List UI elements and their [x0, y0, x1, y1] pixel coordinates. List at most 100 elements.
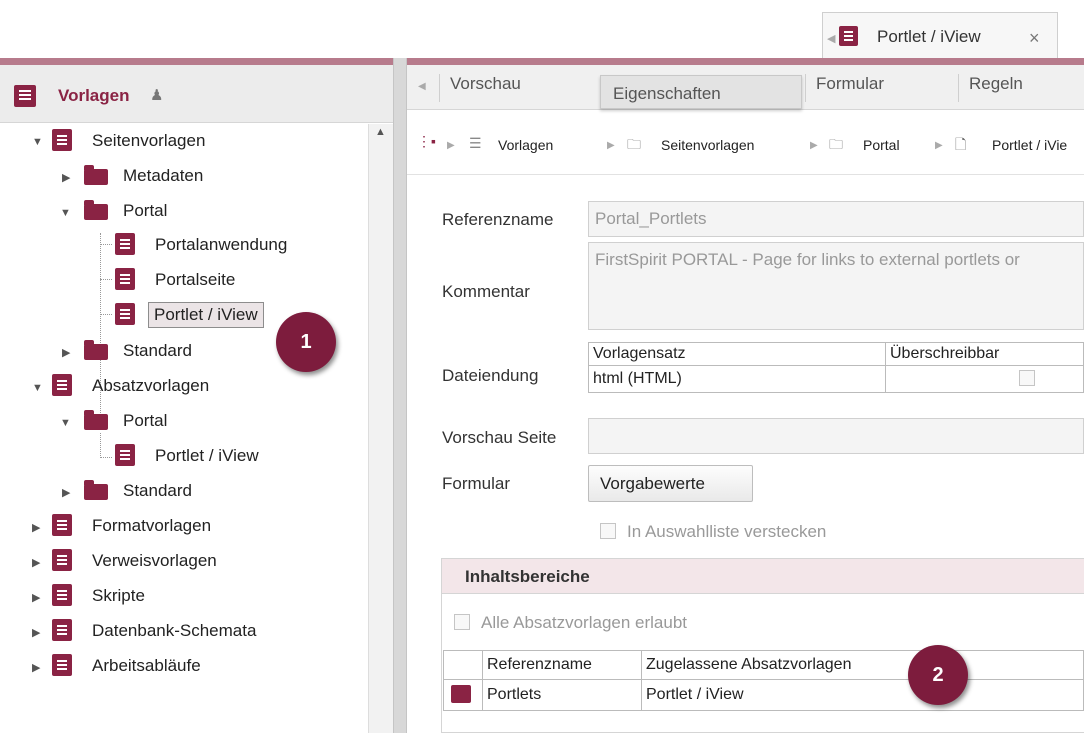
expand-icon[interactable]: ▶	[32, 521, 40, 534]
table-cell[interactable]: Portlets	[482, 679, 642, 711]
folder-icon	[84, 480, 108, 500]
referenzname-field[interactable]: Portal_Portlets	[588, 201, 1084, 237]
collapse-icon[interactable]: ▼	[32, 382, 43, 394]
tree-item-portlet-iview[interactable]: Portlet / iView	[148, 300, 264, 330]
tree-item-seitenvorlagen[interactable]: Seitenvorlagen	[92, 126, 205, 156]
tree-item-absatzvorlagen[interactable]: Absatzvorlagen	[92, 371, 209, 401]
collapse-icon[interactable]: ▼	[60, 207, 71, 219]
tree-item-label: Formatvorlagen	[92, 516, 212, 535]
template-tree: ▼ Seitenvorlagen ▶ Metadaten ▼ Portal Po…	[0, 124, 368, 733]
folder-icon	[84, 200, 108, 220]
tree-root-icon[interactable]: ⋮▪	[417, 133, 436, 150]
referenzname-label: Referenzname	[442, 210, 554, 229]
dateiendung-label: Dateiendung	[442, 366, 539, 385]
tree-item-portalseite[interactable]: Portalseite	[155, 265, 235, 295]
close-icon[interactable]: ×	[1029, 28, 1040, 49]
dateiendung-table: Vorlagensatz Überschreibbar html (HTML)	[588, 342, 1084, 393]
format-template-icon	[52, 514, 72, 536]
tree-item-metadaten[interactable]: Metadaten	[123, 161, 203, 191]
tree-item-label: Portalanwendung	[155, 235, 288, 254]
workflow-icon	[52, 654, 72, 676]
tree-item-abs-standard[interactable]: Standard	[123, 476, 192, 506]
column-header-referenzname[interactable]: Referenzname	[482, 650, 642, 680]
page-template-icon	[52, 129, 72, 151]
panel-splitter[interactable]	[393, 58, 407, 733]
database-schema-icon	[52, 619, 72, 641]
page-outline-icon: 🗋	[955, 136, 967, 152]
breadcrumb-current[interactable]: Portlet / iVie	[992, 137, 1067, 153]
table-cell[interactable]: html (HTML)	[588, 365, 886, 393]
breadcrumb-vorlagen[interactable]: Vorlagen	[498, 137, 553, 153]
tree-item-label: Portlet / iView	[155, 446, 259, 465]
expand-icon[interactable]: ▶	[62, 171, 70, 184]
scroll-up-icon[interactable]: ▲	[375, 126, 386, 138]
table-row[interactable]: html (HTML)	[588, 365, 1084, 393]
table-cell[interactable]: Portlet / iView	[641, 679, 1084, 711]
tab-scroll-left-icon[interactable]: ◀	[827, 32, 835, 45]
column-header-absatzvorlagen[interactable]: Zugelassene Absatzvorlagen	[641, 650, 1084, 680]
breadcrumb-portal[interactable]: Portal	[863, 137, 900, 153]
expand-icon[interactable]: ▶	[32, 556, 40, 569]
tree-item-standard[interactable]: Standard	[123, 336, 192, 366]
tab-vorschau[interactable]: Vorschau	[439, 74, 599, 102]
expand-icon[interactable]: ▶	[62, 346, 70, 359]
breadcrumb-separator-icon: ▶	[935, 140, 943, 151]
inhaltsbereiche-header: Inhaltsbereiche	[442, 559, 1084, 594]
script-icon	[52, 584, 72, 606]
tree-item-datenbank-schemata[interactable]: Datenbank-Schemata	[92, 616, 256, 646]
formular-label: Formular	[442, 474, 511, 493]
alle-absatzvorlagen-checkbox[interactable]	[454, 614, 470, 630]
section-template-icon	[115, 444, 135, 466]
tab-regeln[interactable]: Regeln	[958, 74, 1084, 102]
column-header-ueberschreibbar[interactable]: Überschreibbar	[885, 342, 1084, 366]
expand-icon[interactable]: ▶	[62, 486, 70, 499]
document-tab-label: Portlet / iView	[877, 27, 981, 46]
folder-outline-icon: 🗀	[627, 136, 641, 152]
tab-scroll-left-icon[interactable]: ◀	[418, 81, 426, 92]
folder-outline-icon: 🗀	[829, 136, 843, 152]
left-panel-title: Vorlagen	[58, 86, 130, 105]
hide-in-list-checkbox[interactable]	[600, 523, 616, 539]
tree-item-formatvorlagen[interactable]: Formatvorlagen	[92, 511, 211, 541]
vorgabewerte-button[interactable]: Vorgabewerte	[588, 465, 753, 502]
hide-in-list-label: In Auswahlliste verstecken	[627, 522, 827, 541]
tree-item-portal[interactable]: Portal	[123, 196, 167, 226]
tree-item-label: Portal	[123, 411, 168, 430]
tree-item-abs-portal[interactable]: Portal	[123, 406, 167, 436]
breadcrumb-separator-icon: ▶	[810, 140, 818, 151]
tree-item-arbeitsablaeufe[interactable]: Arbeitsabläufe	[92, 651, 201, 681]
tree-item-skripte[interactable]: Skripte	[92, 581, 145, 611]
breadcrumb-separator-icon: ▶	[447, 140, 455, 151]
tree-item-portalanwendung[interactable]: Portalanwendung	[155, 230, 287, 260]
overwrite-checkbox[interactable]	[1019, 370, 1035, 386]
user-icon[interactable]: ♟	[150, 86, 163, 104]
expand-icon[interactable]: ▶	[32, 626, 40, 639]
expand-icon[interactable]: ▶	[32, 661, 40, 674]
tree-item-label: Seitenvorlagen	[92, 131, 206, 150]
callout-badge-2: 2	[908, 645, 968, 705]
tree-item-verweisvorlagen[interactable]: Verweisvorlagen	[92, 546, 217, 576]
link-template-icon	[52, 549, 72, 571]
page-template-icon	[115, 233, 135, 255]
breadcrumb-separator-icon: ▶	[607, 140, 615, 151]
table-cell[interactable]	[885, 365, 1084, 393]
tab-eigenschaften[interactable]: Eigenschaften	[600, 75, 802, 109]
tab-formular[interactable]: Formular	[805, 74, 955, 102]
tree-item-label: Arbeitsabläufe	[92, 656, 201, 675]
title-bar-accent	[0, 58, 1084, 65]
document-tab[interactable]: ◀ Portlet / iView ×	[822, 12, 1058, 62]
tree-item-label: Verweisvorlagen	[92, 551, 217, 570]
tree-item-abs-portlet-iview[interactable]: Portlet / iView	[155, 441, 259, 471]
kommentar-field[interactable]: FirstSpirit PORTAL - Page for links to e…	[588, 242, 1084, 330]
table-row[interactable]: Portlets Portlet / iView	[443, 679, 1084, 711]
collapse-icon[interactable]: ▼	[60, 417, 71, 429]
vorschau-seite-field[interactable]	[588, 418, 1084, 454]
collapse-icon[interactable]: ▼	[32, 136, 43, 148]
breadcrumb-seitenvorlagen[interactable]: Seitenvorlagen	[661, 137, 754, 153]
expand-icon[interactable]: ▶	[32, 591, 40, 604]
templates-icon: ☰	[469, 135, 482, 151]
column-header-vorlagensatz[interactable]: Vorlagensatz	[588, 342, 886, 366]
tree-item-label: Absatzvorlagen	[92, 376, 210, 395]
folder-icon	[84, 340, 108, 360]
tree-scrollbar[interactable]: ▲	[368, 124, 393, 733]
